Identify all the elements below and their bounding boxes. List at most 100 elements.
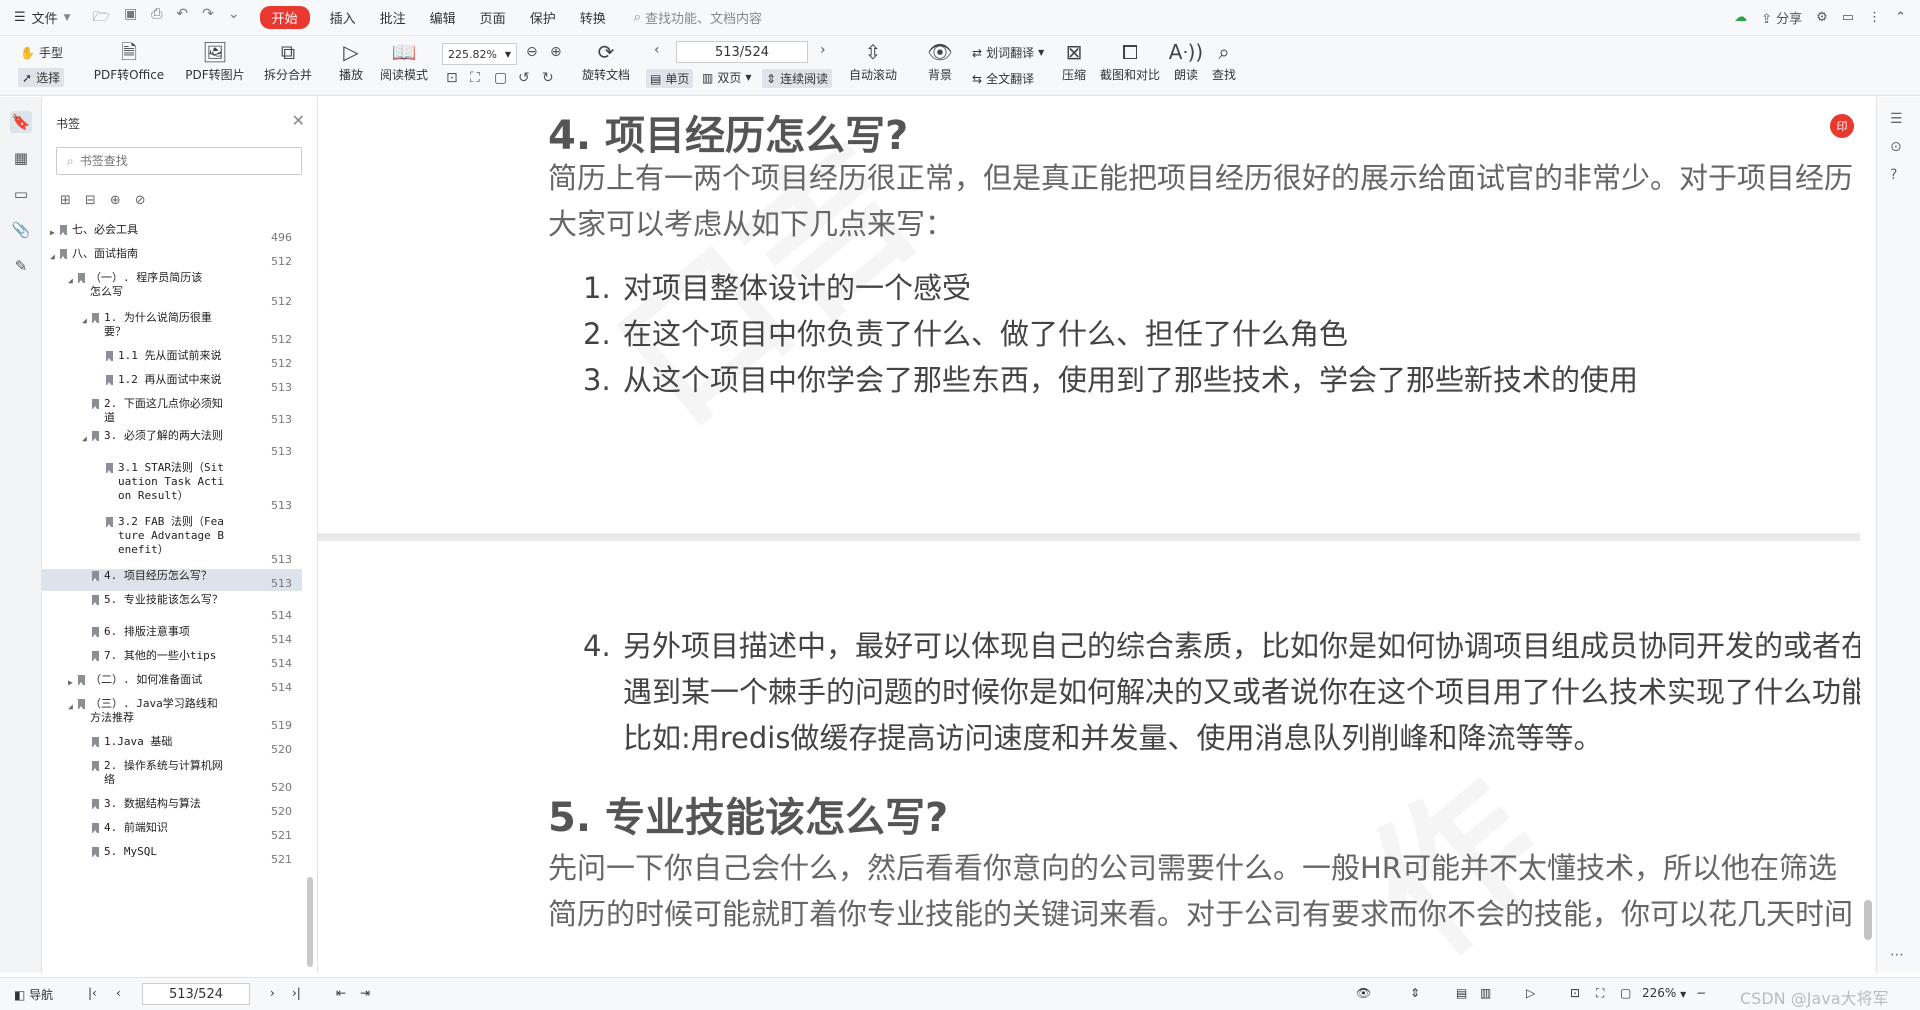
bookmark-icon[interactable]: ⊘ [135,193,146,208]
window-icon[interactable]: ▭ [1842,10,1854,25]
bookmark-item[interactable]: ◢ （一）. 程序员简历该怎么写 512 [42,271,302,309]
more-horizontal-icon[interactable]: ⋯ [1890,947,1904,963]
fit-page-icon[interactable]: ⛶ [470,70,480,86]
continuous-read-button[interactable]: ⇕ 连续阅读 [762,69,833,88]
bookmark-item[interactable]: 3.2 FAB 法则（Feature Advantage Benefit） 513 [42,515,302,567]
bookmark-item[interactable]: 2. 操作系统与计算机网络 520 [42,759,302,795]
play-button[interactable]: ▷ 播放 [334,40,368,83]
filter-icon[interactable]: ☰ [1890,111,1903,127]
menu-search[interactable]: ⌕ 查找功能、文档内容 [634,8,762,27]
print-icon[interactable]: ⎙ [151,6,162,30]
find-button[interactable]: ⌕ 查找 [1208,40,1240,83]
tab-page[interactable]: 页面 [468,8,518,27]
bookmark-search-input[interactable] [79,154,280,168]
locate-icon[interactable]: ⊙ [1890,139,1902,155]
cloud-sync-icon[interactable]: ☁ [1734,10,1747,25]
bookmark-item[interactable]: 3. 数据结构与算法 520 [42,797,302,819]
prev-page-icon[interactable]: ‹ [654,42,660,58]
expand-triangle-icon[interactable]: ◢ [82,314,87,328]
double-page-icon[interactable]: ▥ [1480,986,1491,1000]
signature-panel-icon[interactable]: ✎ [10,255,32,277]
double-page-button[interactable]: ▥ 双页 ▼ [702,69,752,86]
eye-icon[interactable]: 👁 [1356,986,1371,1000]
page-number-input[interactable]: 513/524 [676,41,808,63]
stamp-floating-button[interactable]: 印 [1830,114,1854,138]
status-page-input[interactable]: 513/524 [142,983,250,1005]
rotate-document-button[interactable]: ⟳ 旋转文档 [578,40,634,83]
collapse-all-icon[interactable]: ⊟ [85,193,96,208]
read-aloud-button[interactable]: Aᐧ)) 朗读 [1169,40,1203,83]
single-page-button[interactable]: ▤ 单页 [646,69,694,88]
close-icon[interactable]: ✕ [292,111,305,130]
settings-icon[interactable]: ⚙ [1816,10,1828,25]
background-button[interactable]: 👁 背景 [922,40,958,83]
fit-page-icon[interactable]: ⛶ [1596,986,1604,1001]
bookmark-item[interactable]: 3.1 STAR法则（Situation Task Action Result）… [42,461,302,513]
expand-all-icon[interactable]: ⊞ [60,193,71,208]
continuous-icon[interactable]: ⇕ [1410,986,1420,1000]
document-scrollbar[interactable] [1864,900,1872,940]
tab-insert[interactable]: 插入 [318,8,368,27]
zoom-out-icon[interactable]: − [1696,986,1706,1000]
actual-size-icon[interactable]: ⊡ [1570,986,1580,1000]
actual-size-icon[interactable]: ⊡ [446,70,458,86]
bookmark-item[interactable]: ◢ 3. 必须了解的两大法则 513 [42,429,302,459]
bookmark-item[interactable]: ◢ （三）. Java学习路线和方法推荐 519 [42,697,302,733]
prev-page-icon[interactable]: ‹ [116,986,121,1000]
compress-button[interactable]: ⊠ 压缩 [1058,40,1090,83]
fit-width-icon[interactable]: ▢ [1620,986,1631,1000]
select-tool-button[interactable]: ➚ 选择 [18,68,65,87]
status-zoom-select[interactable]: 226% ▼ [1642,986,1686,1000]
bookmark-item[interactable]: ◢ 1. 为什么说简历很重要？ 512 [42,311,302,347]
bookmark-item[interactable]: 6. 排版注意事项 514 [42,625,302,647]
tab-annotate[interactable]: 批注 [368,8,418,27]
panel-scrollbar[interactable] [307,877,313,967]
bookmark-item[interactable]: 7. 其他的一些小tips 514 [42,649,302,671]
zoom-select[interactable]: 225.82% ▼ [442,43,517,65]
add-bookmark-icon[interactable]: ⊕ [110,193,121,208]
bookmark-item[interactable]: ▶ 七、必会工具 496 [42,223,302,245]
single-page-icon[interactable]: ▤ [1456,986,1467,1000]
bookmark-item[interactable]: 1.2 再从面试中来说 513 [42,373,302,395]
bookmark-item[interactable]: 1.1 先从面试前来说 512 [42,349,302,371]
navigation-toggle[interactable]: ◧ 导航 [14,986,53,1003]
hand-tool-button[interactable]: ✋ 手型 [20,44,63,61]
redo-icon[interactable]: ↷ [202,6,214,30]
back-icon[interactable]: ⇤ [336,986,346,1000]
bookmark-panel-icon[interactable]: 🔖 [10,111,32,133]
save-icon[interactable]: ▣ [124,6,137,30]
document-viewport[interactable]: 口吉 4. 项目经历怎么写? 简历上有一两个项目经历很正常，但是真正能把项目经历… [318,97,1860,973]
pdf-to-office-button[interactable]: 🗎 PDF转Office [92,40,166,83]
auto-scroll-button[interactable]: ⇳ 自动滚动 [842,40,904,83]
tab-edit[interactable]: 编辑 [418,8,468,27]
file-menu[interactable]: ☰ 文件 ▼ [0,8,81,27]
tab-convert[interactable]: 转换 [568,8,618,27]
zoom-in-icon[interactable]: ⊕ [550,44,562,60]
tab-protect[interactable]: 保护 [518,8,568,27]
bookmark-item[interactable]: 5. 专业技能该怎么写？ 514 [42,593,302,623]
collapse-triangle-icon[interactable]: ▶ [68,676,73,690]
thumbnail-panel-icon[interactable]: ▦ [10,147,32,169]
pdf-to-image-button[interactable]: 🖼 PDF转图片 [184,40,246,83]
bookmark-item[interactable]: 5. MySQL 521 [42,845,302,867]
collapse-triangle-icon[interactable]: ▶ [50,226,55,240]
next-page-icon[interactable]: › [820,42,826,58]
bookmark-item[interactable]: ◢ 八、面试指南 512 [42,247,302,269]
bookmark-search[interactable]: ⌕ [56,147,302,175]
split-merge-button[interactable]: ⧉ 拆分合并 [258,40,318,83]
more-icon[interactable]: ⌄ [228,6,240,30]
bookmark-item[interactable]: 2. 下面这几点你必须知道 513 [42,397,302,427]
full-translate-button[interactable]: ⇆ 全文翻译 [972,70,1034,87]
collapse-icon[interactable]: ⌃ [1895,10,1906,25]
next-page-icon[interactable]: › [270,986,275,1000]
attachment-panel-icon[interactable]: 📎 [10,219,32,241]
expand-triangle-icon[interactable]: ◢ [50,250,55,264]
rotate-right-icon[interactable]: ↻ [542,70,554,86]
expand-triangle-icon[interactable]: ◢ [82,432,87,446]
fit-width-icon[interactable]: ▢ [494,70,507,86]
last-page-icon[interactable]: ›| [292,986,301,1000]
more-vertical-icon[interactable]: ⋮ [1868,10,1881,25]
open-folder-icon[interactable]: 🗁 [93,6,110,30]
bookmark-item[interactable]: 1.Java 基础 520 [42,735,302,757]
bookmark-item[interactable]: 4. 项目经历怎么写？ 513 [42,569,302,591]
